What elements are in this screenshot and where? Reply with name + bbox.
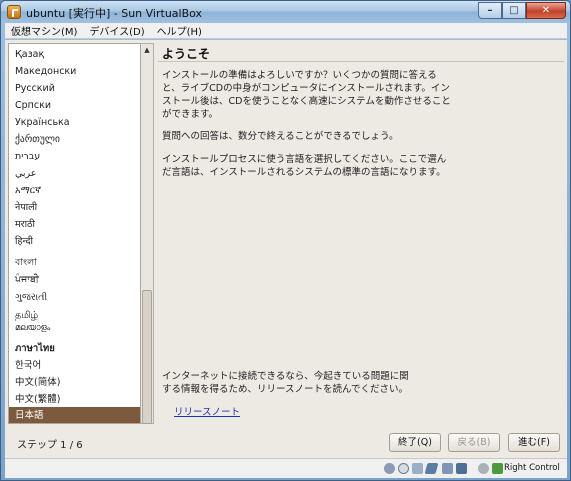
language-item[interactable]: മലയാളം bbox=[9, 320, 127, 337]
title-divider bbox=[158, 61, 564, 62]
host-key-label: Right Control bbox=[504, 463, 560, 473]
welcome-panel: ようこそ インストールの準備はよろしいですか？いくつかの質問に答える と、ライブ… bbox=[158, 43, 564, 424]
menu-machine[interactable]: 仮想マシン(M) bbox=[11, 23, 77, 38]
language-item[interactable]: नेपाली bbox=[9, 199, 127, 216]
virtualbox-window: ubuntu [実行中] - Sun VirtualBox – □ ✕ 仮想マシ… bbox=[0, 0, 571, 481]
shared-folders-icon[interactable] bbox=[424, 463, 439, 474]
maximize-button[interactable]: □ bbox=[502, 2, 526, 19]
mouse-integration-icon[interactable] bbox=[478, 463, 489, 474]
installer-footer: ステップ 1 / 6 終了(Q) 戻る(B) 進む(F) bbox=[5, 428, 567, 458]
language-note-line-2: だ言語は、インストールされるシステムの標準の言語になります。 bbox=[162, 167, 446, 178]
title-bar[interactable]: ubuntu [実行中] - Sun VirtualBox – □ ✕ bbox=[1, 1, 570, 23]
language-item[interactable]: ਪੰਜਾਬੀ bbox=[9, 271, 127, 288]
language-note-line-1: インストールプロセスに使う言語を選択してください。ここで選ん bbox=[162, 154, 447, 165]
vm-display[interactable]: Қазақ Македонски Русский Српски Українсь… bbox=[5, 40, 567, 458]
language-item[interactable]: Русский bbox=[9, 80, 127, 97]
language-item[interactable]: ქართული bbox=[9, 131, 127, 148]
language-item[interactable]: मराठी bbox=[9, 216, 127, 233]
release-notes-link[interactable]: リリースノート bbox=[174, 404, 240, 418]
language-item[interactable]: عربي bbox=[9, 165, 127, 182]
network-icon[interactable] bbox=[442, 463, 453, 474]
quit-button[interactable]: 終了(Q) bbox=[389, 433, 441, 452]
cd-icon[interactable] bbox=[398, 463, 409, 474]
language-item[interactable]: አማርኛ bbox=[9, 182, 127, 199]
intro-line-2: と、ライブCDの中身がコンピュータにインストールされます。イン bbox=[162, 83, 450, 94]
additions-icon[interactable] bbox=[492, 463, 503, 474]
menu-bar: 仮想マシン(M) デバイス(D) ヘルプ(H) bbox=[5, 23, 567, 39]
language-list[interactable]: Қазақ Македонски Русский Српски Українсь… bbox=[8, 43, 141, 424]
intro-line-4: ができます。 bbox=[162, 109, 219, 120]
menu-help[interactable]: ヘルプ(H) bbox=[157, 23, 202, 38]
window-title: ubuntu [実行中] - Sun VirtualBox bbox=[26, 7, 203, 20]
release-note-line-1: インターネットに接続できるなら、今起きている問題に関 bbox=[162, 371, 409, 382]
forward-button[interactable]: 進む(F) bbox=[508, 433, 560, 452]
language-item[interactable]: Қазақ bbox=[9, 46, 127, 63]
scroll-up-icon[interactable]: ▲ bbox=[141, 44, 153, 56]
page-title: ようこそ bbox=[162, 47, 211, 61]
close-icon: ✕ bbox=[541, 5, 551, 16]
step-indicator: ステップ 1 / 6 bbox=[17, 440, 83, 451]
language-item[interactable]: Српски bbox=[9, 97, 127, 114]
language-list-scrollbar[interactable]: ▲ bbox=[141, 43, 154, 424]
virtualbox-app-icon[interactable] bbox=[7, 5, 21, 19]
language-item[interactable]: 中文(繁體) bbox=[9, 391, 127, 408]
hard-disk-icon[interactable] bbox=[384, 463, 395, 474]
usb-icon[interactable] bbox=[412, 463, 423, 474]
language-item[interactable]: Македонски bbox=[9, 63, 127, 80]
minimize-icon: – bbox=[487, 5, 493, 16]
language-item[interactable]: עברית bbox=[9, 148, 127, 165]
time-note: 質問への回答は、数分で終えることができるでしょう。 bbox=[162, 131, 399, 142]
maximize-icon: □ bbox=[509, 5, 519, 16]
minimize-button[interactable]: – bbox=[478, 2, 502, 19]
language-item[interactable]: ภาษาไทย bbox=[9, 340, 127, 357]
language-item[interactable]: 中文(简体) bbox=[9, 374, 127, 391]
scrollbar-thumb[interactable] bbox=[142, 290, 152, 424]
back-button[interactable]: 戻る(B) bbox=[448, 433, 500, 452]
intro-line-3: ストール後は、CDを使うことなく高速にシステムを動作させること bbox=[162, 96, 451, 107]
language-item[interactable]: বাংলা bbox=[9, 254, 127, 271]
intro-line-1: インストールの準備はよろしいですか？いくつかの質問に答える bbox=[162, 70, 437, 81]
display-icon[interactable] bbox=[456, 463, 467, 474]
menu-devices[interactable]: デバイス(D) bbox=[89, 23, 144, 38]
language-item[interactable]: Українська bbox=[9, 114, 127, 131]
language-item-selected[interactable]: 日本語 bbox=[9, 407, 140, 423]
status-bar: Right Control bbox=[5, 458, 567, 478]
language-item[interactable]: ગુજરાતી bbox=[9, 289, 127, 306]
language-item[interactable]: हिन्दी bbox=[9, 233, 127, 250]
release-note-line-2: する情報を得るため、リリースノートを読んでください。 bbox=[162, 384, 409, 395]
language-item[interactable]: 한국어 bbox=[9, 357, 127, 374]
close-button[interactable]: ✕ bbox=[526, 2, 566, 19]
